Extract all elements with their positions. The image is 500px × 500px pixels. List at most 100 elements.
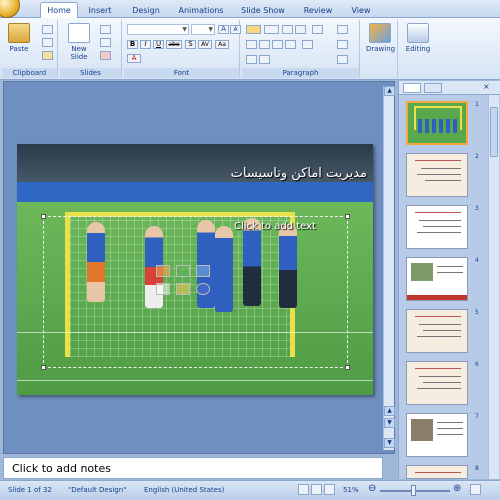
office-button[interactable]: [0, 0, 20, 18]
slides-tab-icon[interactable]: [403, 83, 421, 93]
font-name-dropdown[interactable]: ▼: [127, 24, 189, 35]
line-spacing-icon[interactable]: [312, 25, 323, 34]
font-group-label: Font: [124, 68, 239, 78]
change-case-button[interactable]: Aa: [215, 40, 229, 49]
grow-font-button[interactable]: A: [218, 25, 229, 34]
paste-button[interactable]: Paste: [6, 23, 32, 53]
zoom-in-icon[interactable]: ⊕: [453, 483, 461, 494]
format-painter-icon[interactable]: [42, 51, 53, 60]
resize-handle[interactable]: [345, 365, 350, 370]
next-slide-icon[interactable]: ▼: [384, 418, 395, 428]
columns-icon[interactable]: [302, 40, 313, 49]
font-size-dropdown[interactable]: ▼: [191, 24, 215, 35]
editor-vertical-scrollbar[interactable]: ▲ ▲ ▼ ▼: [383, 86, 395, 450]
normal-view-icon[interactable]: [298, 484, 309, 495]
resize-handle[interactable]: [41, 214, 46, 219]
align-left-icon[interactable]: [246, 40, 257, 49]
notes-pane[interactable]: Click to add notes: [3, 457, 383, 479]
theme-status[interactable]: "Default Design": [68, 486, 126, 494]
thumbnail-text: [423, 226, 461, 227]
justify-icon[interactable]: [285, 40, 296, 49]
tab-view[interactable]: View: [346, 4, 376, 18]
content-placeholder-text: Click to add text: [234, 221, 316, 232]
cut-icon[interactable]: [42, 25, 53, 34]
thumbnail-scrollbar-thumb[interactable]: [490, 107, 498, 157]
ltr-icon[interactable]: [259, 55, 270, 64]
text-direction-icon[interactable]: [337, 25, 348, 34]
copy-icon[interactable]: [42, 38, 53, 47]
fit-to-window-icon[interactable]: [470, 484, 481, 495]
zoom-out-icon[interactable]: ⊖: [368, 483, 376, 494]
character-spacing-button[interactable]: AV: [198, 40, 212, 49]
align-text-icon[interactable]: [337, 40, 348, 49]
scroll-up-icon[interactable]: ▲: [384, 86, 395, 96]
slideshow-icon[interactable]: [324, 484, 335, 495]
slide-title[interactable]: مديريت اماكن وتاسيسات: [231, 166, 367, 181]
bold-button[interactable]: B: [127, 40, 138, 49]
slide-thumbnail[interactable]: [406, 309, 468, 353]
slide-thumbnail[interactable]: [406, 257, 468, 301]
previous-slide-icon[interactable]: ▲: [384, 406, 395, 416]
italic-button[interactable]: I: [140, 40, 151, 49]
smartart-icon[interactable]: [337, 55, 348, 64]
outline-tab-icon[interactable]: [424, 83, 442, 93]
insert-table-icon[interactable]: [156, 265, 170, 277]
tab-review[interactable]: Review: [300, 4, 336, 18]
resize-handle[interactable]: [345, 214, 350, 219]
thumbnail-text: [437, 428, 463, 429]
increase-indent-icon[interactable]: [295, 25, 306, 34]
slide-thumbnail[interactable]: [406, 465, 468, 479]
reset-icon[interactable]: [100, 38, 111, 47]
editing-button[interactable]: Editing: [404, 23, 432, 53]
thumbnail-text: [415, 160, 461, 161]
paste-icon: [8, 23, 30, 43]
new-slide-button[interactable]: New Slide: [64, 23, 94, 61]
slide-thumbnail[interactable]: [406, 153, 468, 197]
slide-thumbnail[interactable]: [406, 205, 468, 249]
drawing-button[interactable]: Drawing: [366, 23, 395, 53]
slide-number: 8: [475, 465, 479, 472]
thumbnail-text: [437, 434, 463, 435]
tab-slide-show[interactable]: Slide Show: [238, 4, 288, 18]
insert-media-icon[interactable]: [196, 283, 210, 295]
slide-thumbnail[interactable]: [406, 101, 468, 145]
layout-icon[interactable]: [100, 25, 111, 34]
slide-sorter-icon[interactable]: [311, 484, 322, 495]
tab-design[interactable]: Design: [128, 4, 164, 18]
insert-clipart-icon[interactable]: [176, 283, 190, 295]
insert-picture-icon[interactable]: [156, 283, 170, 295]
zoom-slider-knob[interactable]: [411, 485, 416, 496]
rtl-icon[interactable]: [246, 55, 257, 64]
insert-chart-icon[interactable]: [176, 265, 190, 277]
slides-thumbnail-pane: × 1 2 3 4 5 6 7 8: [398, 81, 500, 479]
align-right-icon[interactable]: [272, 40, 283, 49]
thumbnail-scrollbar[interactable]: [488, 95, 499, 479]
strikethrough-button[interactable]: abe: [166, 40, 182, 49]
scroll-down-icon[interactable]: ▼: [384, 438, 395, 448]
underline-button[interactable]: U: [153, 40, 164, 49]
clipboard-group: Paste Clipboard: [2, 20, 58, 78]
shrink-font-button[interactable]: A: [230, 25, 241, 34]
tab-home[interactable]: Home: [40, 2, 78, 19]
decrease-indent-icon[interactable]: [282, 25, 293, 34]
slide-thumbnail[interactable]: [406, 361, 468, 405]
tab-animations[interactable]: Animations: [176, 4, 226, 18]
thumbnail-text: [415, 472, 461, 473]
shadow-button[interactable]: S: [185, 40, 196, 49]
numbering-icon[interactable]: [264, 25, 279, 34]
insert-smartart-icon[interactable]: [196, 265, 210, 277]
tab-insert[interactable]: Insert: [84, 4, 116, 18]
bullets-icon[interactable]: [246, 25, 261, 34]
zoom-level[interactable]: 51%: [343, 486, 359, 494]
close-icon[interactable]: ×: [483, 82, 490, 91]
field-line: [17, 380, 373, 381]
align-center-icon[interactable]: [259, 40, 270, 49]
slide-canvas[interactable]: مديريت اماكن وتاسيسات Click to add text: [17, 144, 373, 395]
font-color-button[interactable]: A: [127, 54, 141, 63]
thumbnail-text: [417, 174, 461, 175]
language-status[interactable]: English (United States): [144, 486, 224, 494]
slide-count-status: Slide 1 of 32: [8, 486, 52, 494]
delete-slide-icon[interactable]: [100, 51, 111, 60]
slide-thumbnail[interactable]: [406, 413, 468, 457]
resize-handle[interactable]: [41, 365, 46, 370]
